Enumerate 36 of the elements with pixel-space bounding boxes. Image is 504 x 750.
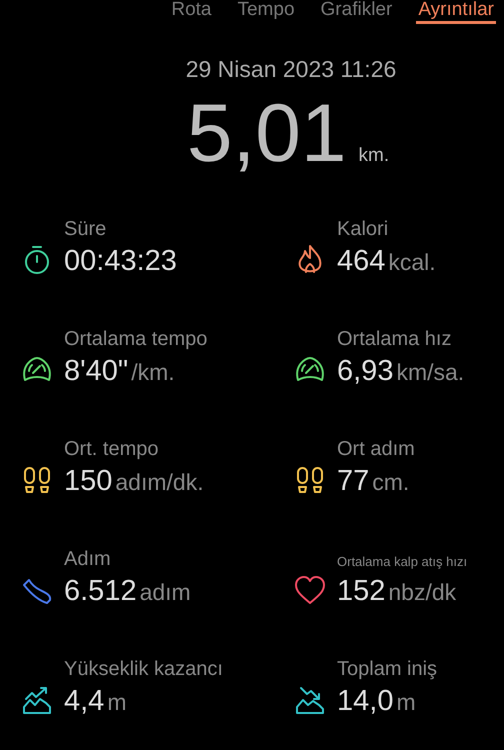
stat-label: Ortalama kalp atış hızı — [337, 553, 468, 571]
stat-label: Adım — [64, 547, 112, 571]
stat-value: 8'40" — [64, 355, 128, 388]
stat-label: Yükseklik kazancı — [64, 657, 223, 681]
stat-label: Ort adım — [337, 437, 415, 461]
stat-unit: adım/dk. — [115, 469, 204, 496]
stat-value: 77 — [337, 465, 370, 498]
stat-label: Toplam iniş — [337, 657, 438, 681]
stat-unit: kcal. — [388, 249, 436, 276]
tab[interactable]: Grafikler — [318, 0, 394, 24]
distance-value: 5,01 — [186, 91, 346, 177]
tab[interactable]: Ayrıntılar — [416, 0, 496, 24]
stat-unit: /km. — [131, 359, 175, 386]
stat-unit: m — [396, 689, 416, 716]
stat-value: 152 — [337, 575, 386, 608]
stat-label: Ortalama tempo — [64, 327, 208, 351]
stat-value: 4,4 — [64, 685, 104, 718]
stat-label: Ort. tempo — [64, 437, 160, 461]
stat-unit: nbz/dk — [388, 579, 456, 606]
tab[interactable]: Tempo — [235, 0, 297, 24]
distance-unit: km. — [358, 145, 390, 167]
stat-value: 6,93 — [337, 355, 394, 388]
stat-value: 14,0 — [337, 685, 394, 718]
stat-value: 6.512 — [64, 575, 137, 608]
stat-unit: cm. — [372, 469, 410, 496]
tab[interactable]: Rota — [169, 0, 214, 24]
stat-unit: adım — [140, 579, 191, 606]
stat-value: 00:43:23 — [64, 245, 177, 278]
stat-value: 464 — [337, 245, 386, 278]
workout-date: 29 Nisan 2023 11:26 — [184, 56, 398, 83]
stat-unit: km/sa. — [396, 359, 464, 386]
stat-label: Süre — [64, 217, 108, 241]
stat-label: Ortalama hız — [337, 327, 452, 351]
stat-label: Kalori — [337, 217, 390, 241]
stat-value: 150 — [64, 465, 112, 498]
stat-unit: m — [107, 689, 126, 716]
